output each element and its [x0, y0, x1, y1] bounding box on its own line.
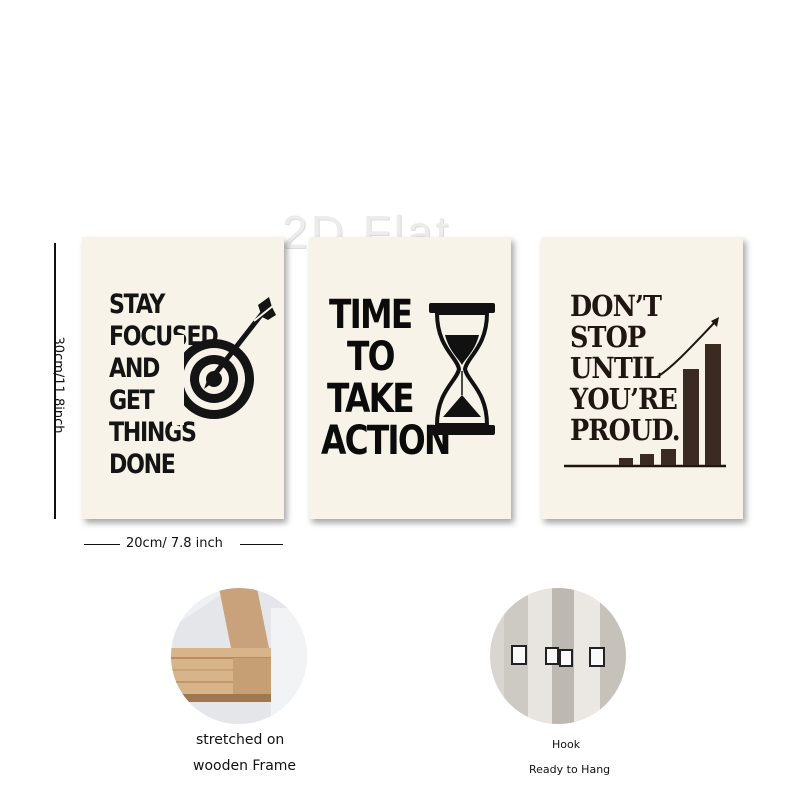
growth-chart-icon — [564, 317, 726, 468]
poster-stay-focused: STAY FOCUSED AND GET THINGS DONE — [82, 237, 284, 519]
wooden-frame-caption-1: stretched on — [196, 732, 285, 748]
wooden-frame-photo — [171, 588, 307, 724]
poster-2-line-3: TAKE — [327, 376, 415, 422]
hook-caption-1: Hook — [552, 738, 581, 751]
poster-1-line-4: GET — [109, 385, 155, 416]
poster-1-line-6: DONE — [109, 449, 176, 480]
poster-1-line-1: STAY — [109, 289, 165, 320]
poster-1-line-3: AND — [109, 353, 160, 384]
width-dimension-line-right — [240, 544, 283, 545]
poster-2-line-1: TIME — [329, 292, 413, 338]
width-dimension-label: 20cm/ 7.8 inch — [126, 536, 223, 551]
poster-2-line-2: TO — [347, 334, 395, 380]
wooden-frame-caption-2: wooden Frame — [193, 758, 297, 774]
height-dimension-label: 30cm/11.8inch — [50, 336, 66, 434]
width-dimension-line-left — [84, 544, 120, 545]
hook-photo — [490, 588, 626, 724]
hourglass-icon — [429, 303, 495, 435]
poster-time-to-take-action: TIME TO TAKE ACTION — [309, 237, 511, 519]
poster-dont-stop-until-proud: DON’T STOP UNTIL YOU’RE PROUD. — [541, 237, 743, 519]
target-arrow-icon — [172, 297, 276, 425]
hook-caption-2: Ready to Hang — [529, 763, 611, 776]
